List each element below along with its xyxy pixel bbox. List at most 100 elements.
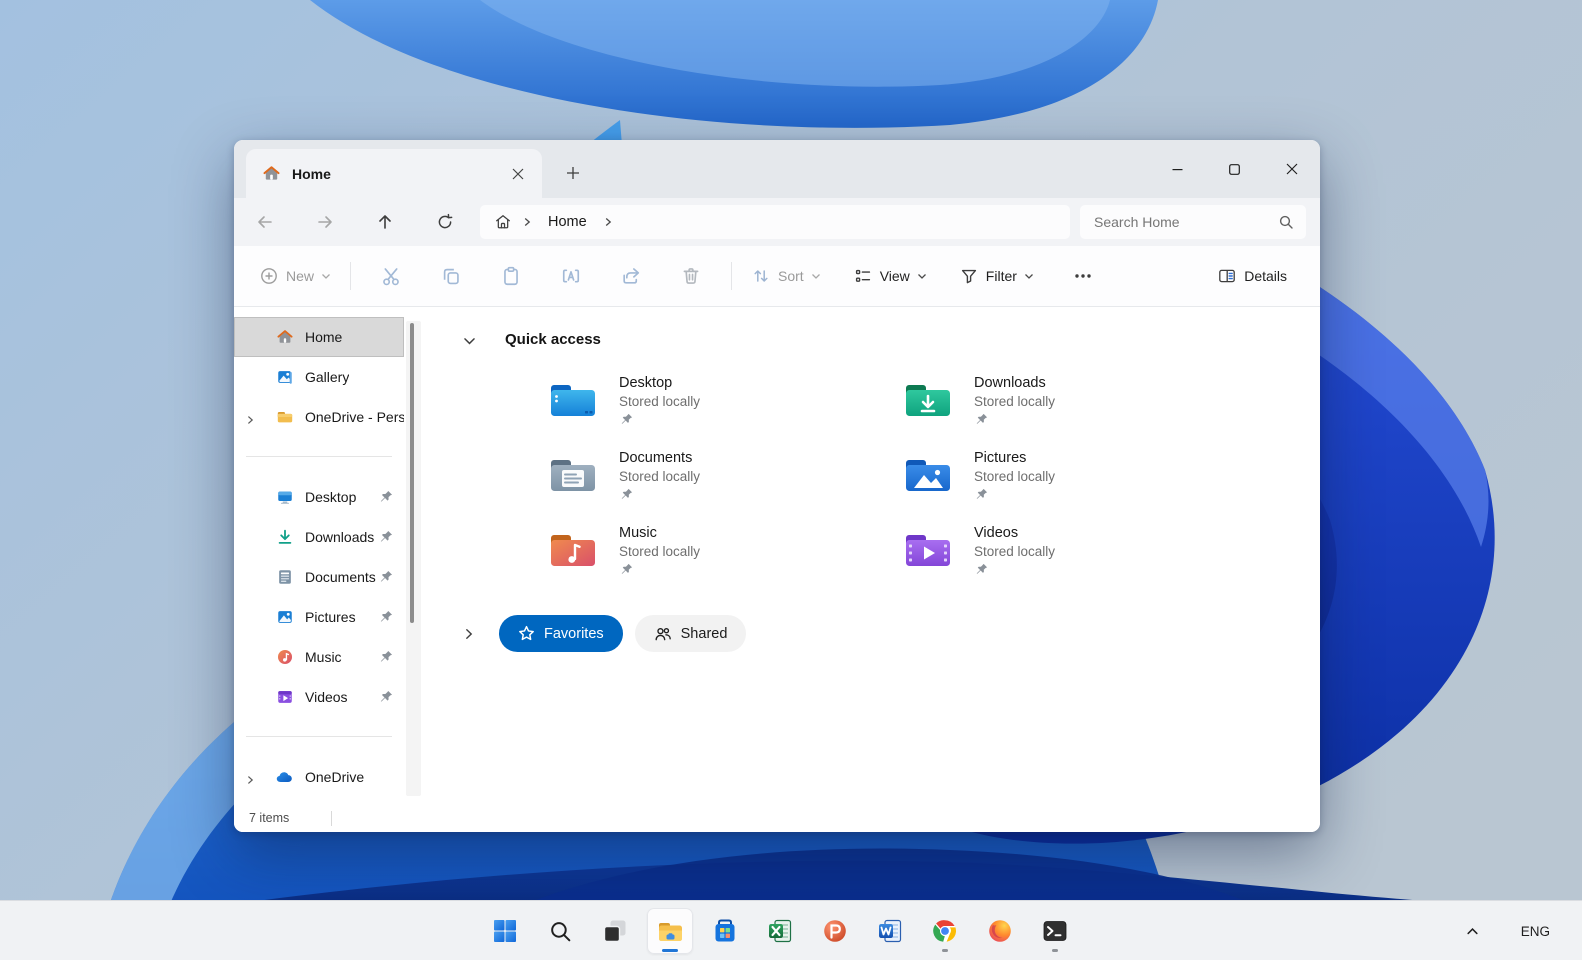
search-box[interactable] <box>1080 205 1306 239</box>
quick-access-collapse-button[interactable] <box>455 329 483 353</box>
tab-title: Home <box>292 165 331 182</box>
pictures-icon <box>278 611 292 623</box>
search-input[interactable] <box>1094 214 1278 230</box>
chrome-button[interactable] <box>922 908 968 954</box>
up-button[interactable] <box>365 204 405 240</box>
desktop: Home Home Search Home New Sort View Filt… <box>0 0 1582 960</box>
chevron-right-icon[interactable] <box>603 217 613 227</box>
sidebar-item-downloads[interactable]: Downloads <box>234 517 404 557</box>
sidebar-item-onedrive[interactable]: OneDrive <box>234 757 404 797</box>
downloads-folder-icon <box>906 385 950 416</box>
tile-documents[interactable]: Documents Stored locally <box>548 448 903 523</box>
more-options-button[interactable] <box>1061 257 1105 295</box>
sort-button-label: Sort <box>778 268 804 284</box>
sidebar-item-onedrive-personal[interactable]: OneDrive - Personal <box>234 397 404 437</box>
pin-icon <box>975 563 1055 581</box>
search-button[interactable] <box>537 908 583 954</box>
sidebar-scrollbar[interactable] <box>404 307 427 804</box>
tile-music[interactable]: Music Stored locally <box>548 523 903 598</box>
details-button-label: Details <box>1244 268 1287 284</box>
favorites-section-row: Favorites Shared <box>427 615 747 652</box>
chevron-right-icon[interactable] <box>245 412 255 428</box>
tab-home[interactable]: Home <box>246 149 542 198</box>
item-status: Stored locally <box>974 469 1056 484</box>
minimize-button[interactable] <box>1149 140 1206 198</box>
details-button[interactable]: Details <box>1208 257 1296 295</box>
powerpoint-button[interactable] <box>812 908 858 954</box>
microsoft-store-button[interactable] <box>702 908 748 954</box>
delete-button[interactable] <box>669 257 713 295</box>
refresh-button[interactable] <box>425 204 465 240</box>
excel-button[interactable] <box>757 908 803 954</box>
breadcrumb-home-icon[interactable] <box>494 213 512 231</box>
details-pane-icon <box>1219 269 1236 283</box>
cut-button[interactable] <box>369 257 413 295</box>
sidebar-item-desktop[interactable]: Desktop <box>234 477 404 517</box>
favorites-expand-button[interactable] <box>457 622 481 646</box>
task-view-button[interactable] <box>592 908 638 954</box>
tile-pictures[interactable]: Pictures Stored locally <box>903 448 1258 523</box>
close-button[interactable] <box>1263 140 1320 198</box>
running-app-indicator <box>942 949 948 952</box>
rename-button[interactable] <box>549 257 593 295</box>
tab-close-button[interactable] <box>504 160 532 188</box>
desktop-folder-icon <box>551 385 595 416</box>
toolbar-divider <box>731 262 733 290</box>
view-button-label: View <box>879 268 910 284</box>
item-status: Stored locally <box>974 394 1056 409</box>
paste-button[interactable] <box>489 257 533 295</box>
status-bar: 7 items <box>234 804 1320 832</box>
pin-icon <box>379 490 393 507</box>
sort-icon <box>754 270 768 282</box>
tile-videos[interactable]: Videos Stored locally <box>903 523 1258 598</box>
tile-downloads[interactable]: Downloads Stored locally <box>903 373 1258 448</box>
music-icon <box>277 649 293 665</box>
new-tab-button[interactable] <box>556 156 590 190</box>
forward-button[interactable] <box>305 204 345 240</box>
shared-tab-button[interactable]: Shared <box>634 615 747 652</box>
start-button[interactable] <box>482 908 528 954</box>
breadcrumb-item-home[interactable]: Home <box>542 212 593 232</box>
chevron-down-icon <box>811 274 820 279</box>
file-explorer-button[interactable] <box>647 908 693 954</box>
chevron-right-icon[interactable] <box>245 772 255 788</box>
sidebar-item-documents[interactable]: Documents <box>234 557 404 597</box>
favorites-tab-button[interactable]: Favorites <box>499 615 623 652</box>
desktop-icon <box>278 491 292 505</box>
terminal-button[interactable] <box>1032 908 1078 954</box>
language-indicator[interactable]: ENG <box>1513 918 1558 945</box>
sidebar-item-label: Videos <box>305 689 348 705</box>
pin-icon <box>620 488 700 506</box>
sidebar-item-label: Desktop <box>305 489 357 505</box>
share-button[interactable] <box>609 257 653 295</box>
title-bar[interactable]: Home <box>234 140 1320 198</box>
videos-folder-icon <box>906 535 950 566</box>
sidebar-item-videos[interactable]: Videos <box>234 677 404 717</box>
sort-button[interactable]: Sort <box>742 257 830 295</box>
word-button[interactable] <box>867 908 913 954</box>
sidebar-item-home[interactable]: Home <box>234 317 404 357</box>
filter-button[interactable]: Filter <box>950 257 1043 295</box>
item-name: Desktop <box>619 375 673 391</box>
copy-button[interactable] <box>429 257 473 295</box>
tile-desktop[interactable]: Desktop Stored locally <box>548 373 903 448</box>
sidebar-item-pictures[interactable]: Pictures <box>234 597 404 637</box>
sidebar-item-gallery[interactable]: Gallery <box>234 357 404 397</box>
maximize-button[interactable] <box>1206 140 1263 198</box>
scrollbar-thumb[interactable] <box>410 323 414 623</box>
sidebar-item-music[interactable]: Music <box>234 637 404 677</box>
favorites-label: Favorites <box>544 625 604 642</box>
view-button[interactable]: View <box>844 257 936 295</box>
back-button[interactable] <box>245 204 285 240</box>
item-name: Pictures <box>974 450 1027 466</box>
firefox-button[interactable] <box>977 908 1023 954</box>
breadcrumb[interactable]: Home <box>480 205 1070 239</box>
firefox-icon <box>989 920 1011 942</box>
chevron-down-icon <box>322 274 330 279</box>
chevron-right-icon <box>466 628 473 639</box>
search-icon[interactable] <box>1278 214 1294 230</box>
new-button[interactable]: New <box>250 257 340 295</box>
pin-icon <box>379 610 393 627</box>
tray-chevron-up-icon[interactable] <box>1457 913 1489 949</box>
sidebar-item-label: Documents <box>305 569 376 585</box>
